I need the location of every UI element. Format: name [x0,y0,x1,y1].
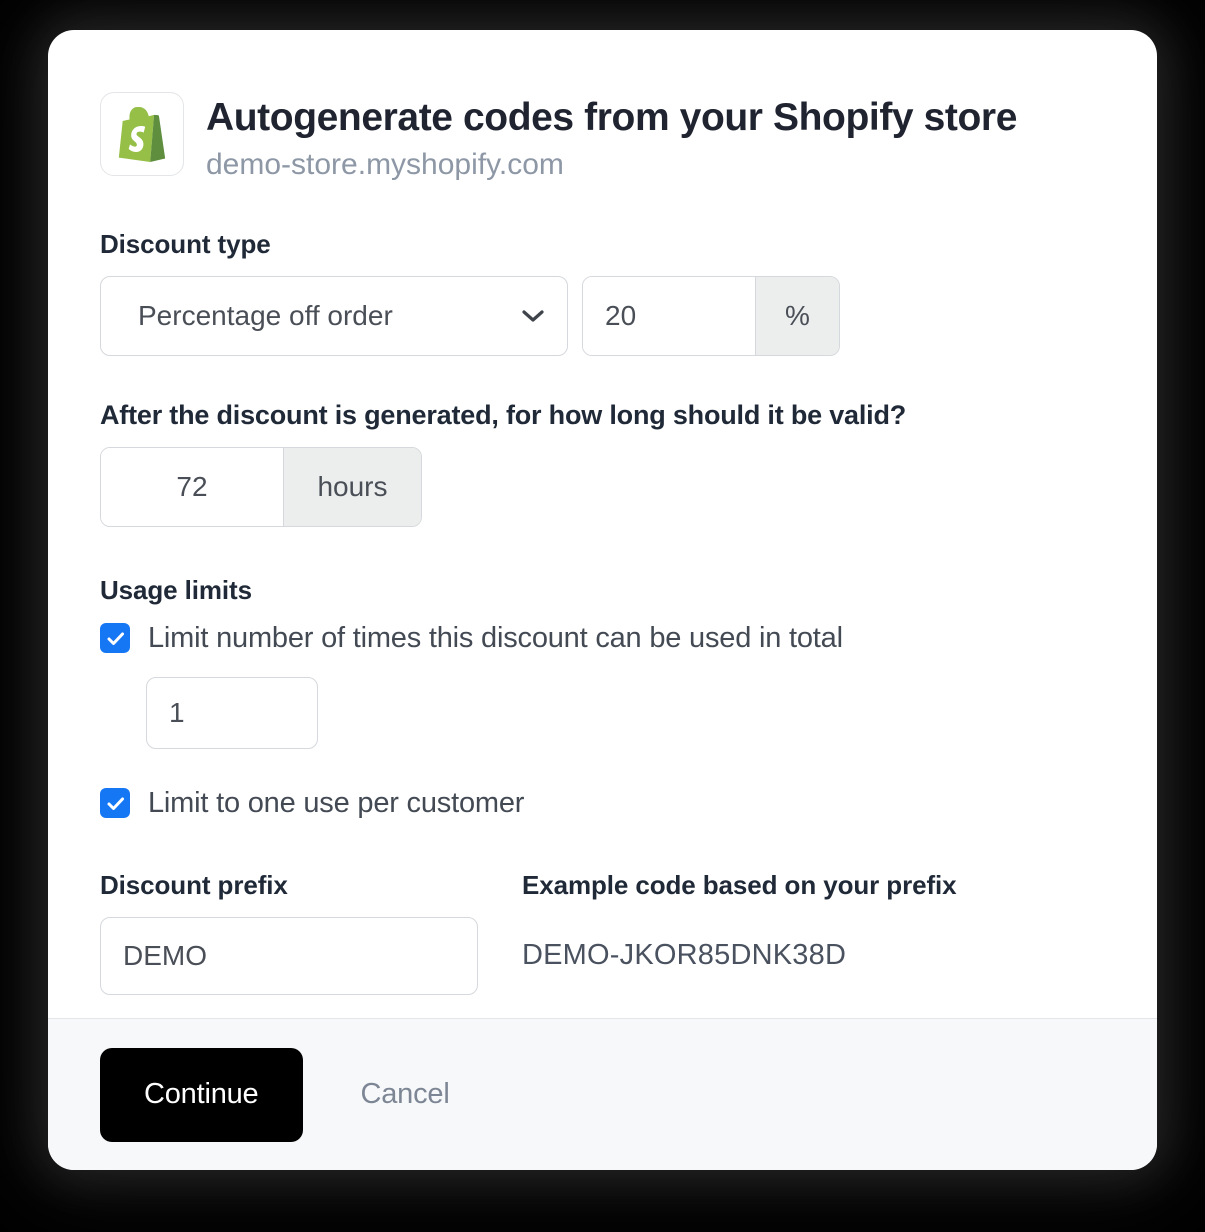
chevron-down-icon [521,308,545,324]
cancel-button[interactable]: Cancel [319,1048,492,1142]
per-customer-limit-label: Limit to one use per customer [148,786,525,819]
page-title: Autogenerate codes from your Shopify sto… [206,96,1017,139]
shopify-bag-icon [100,92,184,176]
discount-amount-suffix: % [755,276,839,355]
continue-button[interactable]: Continue [100,1047,303,1142]
store-header: Autogenerate codes from your Shopify sto… [100,92,1105,183]
total-usage-limit-checkbox-row[interactable]: Limit number of times this discount can … [100,622,1105,655]
modal-backdrop: Autogenerate codes from your Shopify sto… [0,0,1205,1232]
discount-prefix-label: Discount prefix [100,869,288,900]
discount-type-select[interactable]: Percentage off order [100,275,568,356]
modal-footer: Continue Cancel [48,1018,1157,1170]
store-text: Autogenerate codes from your Shopify sto… [206,92,1017,183]
total-usage-limit-checkbox[interactable] [100,623,130,654]
validity-duration-input[interactable]: 72 [101,447,283,526]
validity-question-label: After the discount is generated, for how… [100,399,907,430]
checkmark-icon [107,632,124,645]
validity-section: After the discount is generated, for how… [100,400,1105,527]
discount-amount-group[interactable]: 20 % [582,275,840,356]
total-usage-limit-label: Limit number of times this discount can … [148,621,843,654]
discount-prefix-column: Discount prefix DEMO [100,870,522,995]
store-domain: demo-store.myshopify.com [206,147,564,181]
discount-type-selected-value: Percentage off order [138,299,393,331]
discount-prefix-section: Discount prefix DEMO Example code based … [100,870,1105,995]
usage-limits-heading: Usage limits [100,574,252,605]
modal-body: Autogenerate codes from your Shopify sto… [48,30,1157,1018]
discount-amount-input[interactable]: 20 [583,276,755,355]
per-customer-limit-checkbox-row[interactable]: Limit to one use per customer [100,787,1105,820]
discount-prefix-input[interactable]: DEMO [100,916,478,995]
example-code-value: DEMO-JKOR85DNK38D [522,938,847,971]
example-code-label: Example code based on your prefix [522,869,957,900]
usage-limits-section: Usage limits Limit number of times this … [100,575,1105,820]
total-usage-limit-input[interactable]: 1 [146,676,318,749]
validity-duration-group[interactable]: 72 hours [100,446,422,527]
autogenerate-codes-modal: Autogenerate codes from your Shopify sto… [48,30,1157,1170]
checkmark-icon [107,797,124,810]
discount-type-row: Percentage off order 20 % [100,275,1105,356]
discount-type-section: Discount type Percentage off order 20 % [100,229,1105,356]
discount-type-label: Discount type [100,228,271,259]
per-customer-limit-checkbox[interactable] [100,788,130,819]
validity-duration-suffix: hours [283,447,421,526]
example-code-column: Example code based on your prefix DEMO-J… [522,870,1105,972]
